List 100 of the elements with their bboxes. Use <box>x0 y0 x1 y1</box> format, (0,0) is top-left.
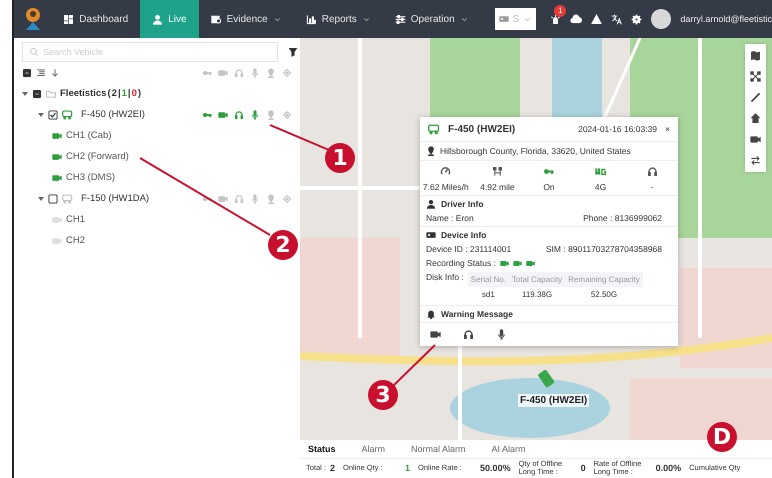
home-icon[interactable] <box>750 113 761 124</box>
list-icon[interactable] <box>36 68 46 78</box>
channel-name[interactable]: CH1 (Cab) <box>66 130 112 141</box>
group-count: 1 <box>122 88 127 99</box>
vehicle-name[interactable]: F-150 (HW1DA) <box>81 193 150 204</box>
group-count: 0 <box>132 88 137 99</box>
headphones-icon <box>234 110 244 120</box>
device-icon <box>426 230 436 240</box>
settings-icon[interactable] <box>631 14 642 24</box>
bell-icon <box>426 309 436 319</box>
table-cell: 52.50G <box>565 287 643 302</box>
stat-value: 2 <box>330 463 336 474</box>
microphone-icon <box>250 68 260 78</box>
map-icon[interactable] <box>750 50 761 61</box>
group-count: ( <box>107 88 111 99</box>
nav-tab[interactable]: Evidence <box>198 0 294 38</box>
person-icon <box>426 199 436 209</box>
notification-badge: 1 <box>554 4 566 16</box>
pin-icon <box>426 146 436 156</box>
translate-icon[interactable] <box>611 14 622 24</box>
vehicle-name[interactable]: F-450 (HW2EI) <box>81 109 145 120</box>
dashboard-icon <box>63 14 74 24</box>
disk-label: Disk Info : <box>426 272 464 282</box>
group-label[interactable]: Fleetistics <box>60 88 106 99</box>
column-header: Total Capacity <box>508 272 566 287</box>
target-icon <box>282 110 292 120</box>
column-header: Serial No. <box>468 272 509 287</box>
channel-name[interactable]: CH2 (Forward) <box>66 151 129 162</box>
filter-icon[interactable] <box>288 47 298 57</box>
close-button[interactable]: × <box>665 124 670 134</box>
device-icon <box>498 14 509 24</box>
address: Hillsborough County, Florida, 33620, United States <box>440 146 631 156</box>
sim-number: SIM : 89011703278704358968 <box>546 244 662 254</box>
down-arrow-icon[interactable] <box>50 68 60 78</box>
microphone-icon <box>250 110 260 120</box>
pin-icon <box>266 110 276 120</box>
tab[interactable]: AI Alarm <box>492 444 526 454</box>
folder-icon <box>46 88 56 98</box>
expand-toggle-icon[interactable] <box>22 90 28 96</box>
headphones-icon <box>234 68 244 78</box>
tab[interactable]: Normal Alarm <box>411 444 466 454</box>
checkbox[interactable] <box>48 194 58 204</box>
stat-value: 1 <box>405 463 410 474</box>
camera-icon <box>218 194 228 204</box>
section-heading: Device Info <box>441 230 486 240</box>
cloud-icon[interactable] <box>570 13 582 25</box>
camera-icon[interactable] <box>430 329 441 340</box>
expand-toggle-icon[interactable] <box>38 196 44 202</box>
channel-name[interactable]: CH2 <box>66 235 86 246</box>
leader-line <box>270 124 330 151</box>
vehicle-label: F-450 (HW2EI) <box>518 394 590 407</box>
swap-icon[interactable] <box>750 155 761 166</box>
headphones-icon[interactable] <box>463 329 474 340</box>
pin-icon <box>266 68 276 78</box>
nav-tab[interactable]: Reports <box>294 0 383 38</box>
group-checkbox[interactable] <box>32 88 42 98</box>
collapse-icon[interactable] <box>22 68 32 78</box>
stat-value: 0 <box>580 463 586 474</box>
leader-line <box>393 344 436 386</box>
checkbox[interactable] <box>48 110 58 120</box>
search-icon <box>29 47 39 57</box>
alarm-light-icon[interactable] <box>550 14 562 24</box>
avatar[interactable] <box>651 9 672 29</box>
microphone-icon[interactable] <box>496 329 507 340</box>
section-heading: Warning Message <box>441 309 513 319</box>
group-count: ) <box>138 88 142 99</box>
expand-toggle-icon[interactable] <box>38 112 44 118</box>
stat-value: On <box>543 182 555 192</box>
ruler-icon[interactable] <box>750 92 761 103</box>
stat-value: 0.00% <box>656 463 682 474</box>
popup-title: F-450 (HW2EI) <box>448 124 516 134</box>
warning-icon[interactable] <box>591 14 602 24</box>
stat-value: - <box>650 182 654 192</box>
bar-chart-icon <box>306 14 317 24</box>
sliders-icon <box>394 14 406 24</box>
device-id: Device ID : 231114001 <box>426 244 512 254</box>
group-count: 2 <box>112 88 117 99</box>
folder-search-icon <box>210 14 222 24</box>
tab[interactable]: Status <box>308 444 336 454</box>
driver-name: Name : Eron <box>426 213 474 223</box>
nav-tab[interactable]: Dashboard <box>51 0 140 38</box>
channel-name[interactable]: CH3 (DMS) <box>66 172 116 183</box>
camera-icon[interactable] <box>750 134 761 145</box>
callout-badge: D <box>707 422 737 452</box>
column-header: Remaining Capacity <box>565 272 643 287</box>
target-icon <box>282 68 292 78</box>
popup-time: 2024-01-16 16:03:39 <box>578 124 658 134</box>
driver-phone: Phone : 8136999062 <box>583 213 662 223</box>
table-cell: sd1 <box>468 287 509 302</box>
channel-name[interactable]: CH1 <box>66 214 86 225</box>
truck-icon <box>428 123 440 135</box>
camera-icon <box>218 110 228 120</box>
network-icon[interactable] <box>750 71 761 82</box>
nav-tab[interactable]: Operation <box>382 0 481 38</box>
tab[interactable]: Alarm <box>362 444 386 454</box>
table-cell: 119.38G <box>508 287 566 302</box>
user-name[interactable]: darryl.arnold@fleetistic <box>680 14 772 24</box>
microphone-icon <box>250 194 260 204</box>
stat-value: 4.92 mile <box>480 182 515 192</box>
group-count: | <box>118 88 121 99</box>
